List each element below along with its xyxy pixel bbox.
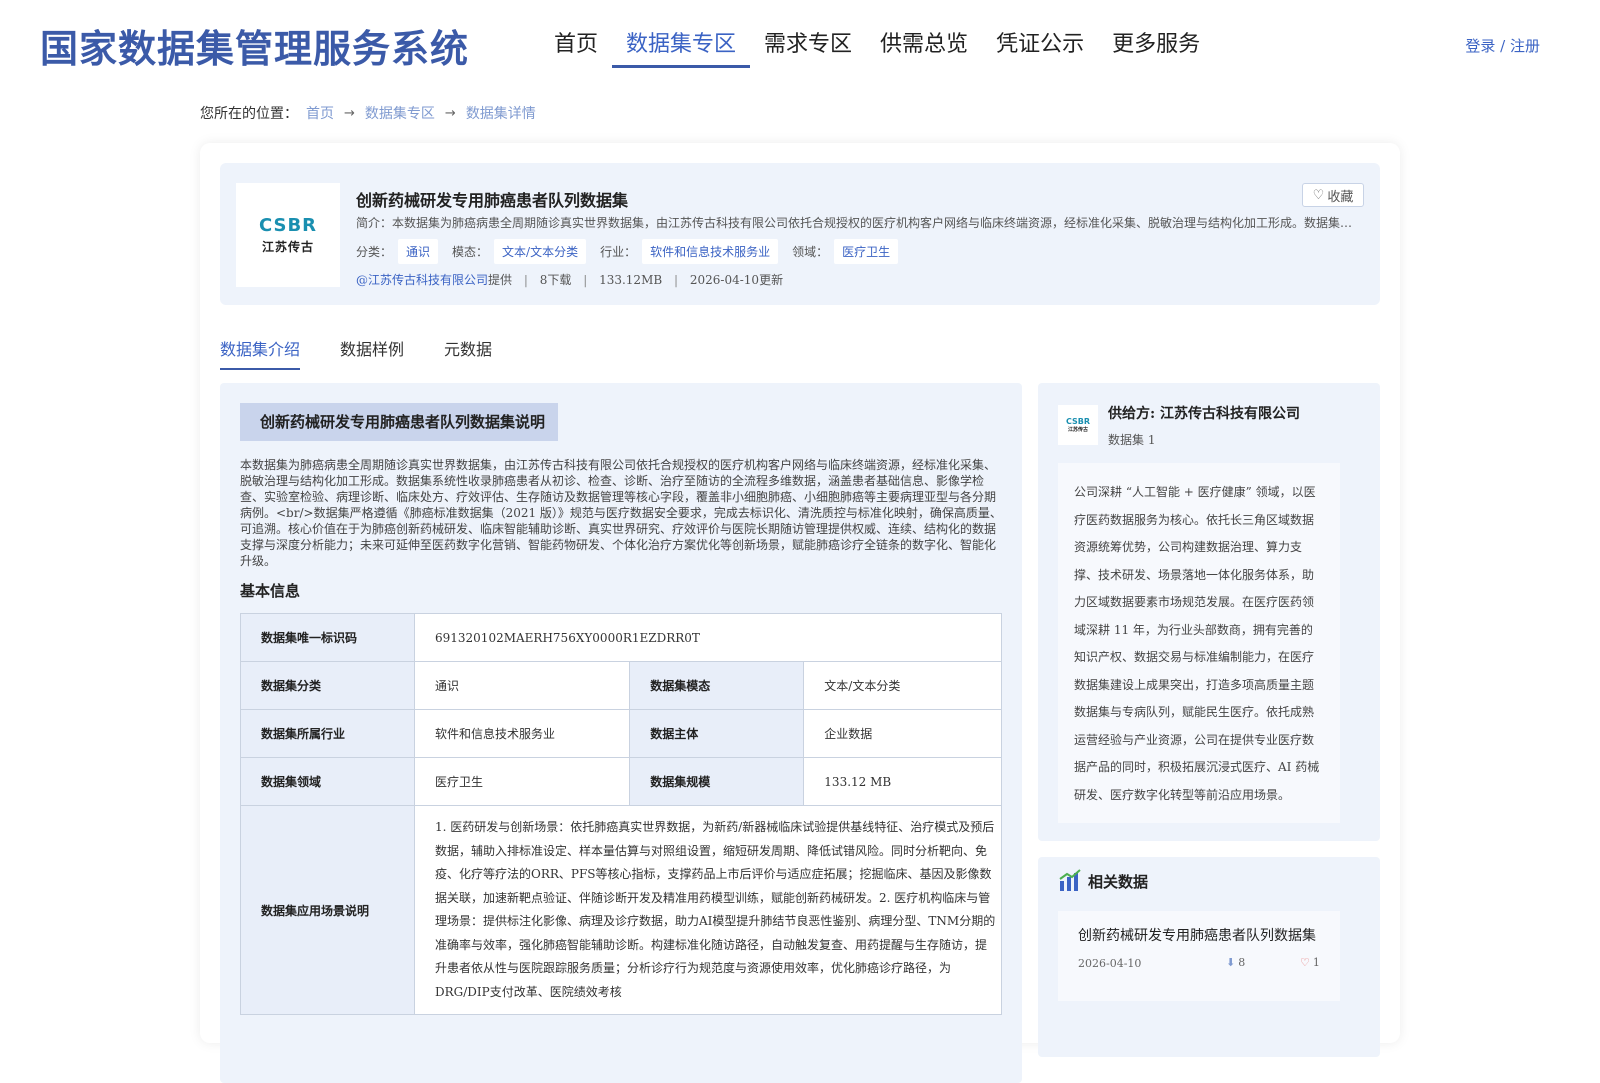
dataset-description: 简介：本数据集为肺癌病患全周期随诊真实世界数据集，由江苏传古科技有限公司依托合规…: [356, 216, 1356, 230]
provider-dataset-count: 数据集 1: [1108, 433, 1156, 447]
related-item-date: 2026-04-10: [1078, 957, 1142, 970]
table-row: 数据集所属行业 软件和信息技术服务业 数据主体 企业数据: [240, 709, 1002, 758]
favorite-label: 收藏: [1327, 189, 1354, 205]
table-key: 数据集分类: [240, 661, 415, 710]
provider-logo-small: CSBR 江苏传古: [1058, 405, 1098, 445]
table-key: 数据集模态: [629, 661, 805, 710]
main-nav: 首页 数据集专区 需求专区 供需总览 凭证公示 更多服务: [540, 26, 1214, 68]
table-value: 企业数据: [803, 709, 1002, 758]
bar-chart-icon: [1059, 869, 1081, 891]
related-download-count: 8: [1238, 956, 1246, 969]
breadcrumb: 您所在的位置： 首页 → 数据集专区 → 数据集详情: [200, 103, 536, 123]
tag-label-modality: 模态：: [452, 245, 489, 259]
provider-suffix: 提供: [488, 273, 513, 287]
provider-card: CSBR 江苏传古 供给方: 江苏传古科技有限公司 数据集 1 公司深耕 “人工…: [1038, 383, 1380, 841]
arrow-right-icon: →: [444, 105, 456, 121]
site-title[interactable]: 国家数据集管理服务系统: [40, 18, 469, 73]
logo-mark: CSBR: [1065, 417, 1091, 426]
download-count: 8下载: [539, 273, 572, 287]
dataset-detail-card: CSBR 江苏传古 创新药械研发专用肺癌患者队列数据集 简介：本数据集为肺癌病患…: [200, 143, 1400, 1083]
tag-modality[interactable]: 文本/文本分类: [494, 239, 587, 264]
table-value: 1. 医药研发与创新场景：依托肺癌真实世界数据，为新药/新器械临床试验提供基线特…: [414, 805, 1002, 1015]
tag-label-domain: 领域：: [792, 245, 829, 259]
basic-info-title: 基本信息: [240, 582, 301, 600]
table-value: 文本/文本分类: [803, 661, 1002, 710]
provider-logo: CSBR 江苏传古: [236, 183, 340, 287]
basic-info-table: 数据集唯一标识码 691320102MAERH756XY0000R1EZDRR0…: [240, 613, 1002, 1015]
breadcrumb-label: 您所在的位置：: [200, 106, 298, 122]
table-value: 691320102MAERH756XY0000R1EZDRR0T: [414, 613, 1002, 662]
breadcrumb-home[interactable]: 首页: [306, 103, 334, 123]
table-value: 通识: [413, 661, 631, 710]
related-header: 相关数据: [1058, 869, 1148, 893]
table-key: 数据集所属行业: [240, 709, 415, 758]
breadcrumb-datasets[interactable]: 数据集专区: [365, 103, 435, 123]
dataset-summary: CSBR 江苏传古 创新药械研发专用肺癌患者队列数据集 简介：本数据集为肺癌病患…: [220, 163, 1380, 305]
separator: |: [583, 273, 588, 287]
provider-introduction: 公司深耕 “人工智能 + 医疗健康” 领域，以医疗医药数据服务为核心。依托长三角…: [1058, 463, 1340, 823]
table-key: 数据集应用场景说明: [240, 805, 415, 1015]
login-register-link[interactable]: 登录 / 注册: [1465, 35, 1540, 56]
tag-domain[interactable]: 医疗卫生: [834, 239, 899, 264]
nav-certificates[interactable]: 凭证公示: [982, 26, 1098, 68]
introduction-panel: 创新药械研发专用肺癌患者队列数据集说明 本数据集为肺癌病患全周期随诊真实世界数据…: [220, 383, 1022, 1083]
related-item-title[interactable]: 创新药械研发专用肺癌患者队列数据集: [1078, 925, 1316, 945]
dataset-meta-line: @江苏传古科技有限公司提供 | 8下载 | 133.12MB | 2026-04…: [356, 271, 783, 288]
logo-mark: CSBR: [258, 215, 318, 236]
tag-industry[interactable]: 软件和信息技术服务业: [642, 239, 779, 264]
intro-heading: 创新药械研发专用肺癌患者队列数据集说明: [240, 403, 558, 441]
tag-label-industry: 行业：: [600, 245, 637, 259]
updated-date: 2026-04-10更新: [689, 273, 784, 287]
related-like-count: 1: [1312, 956, 1320, 969]
top-header: 国家数据集管理服务系统 首页 数据集专区 需求专区 供需总览 凭证公示 更多服务…: [0, 0, 1600, 90]
table-row: 数据集应用场景说明 1. 医药研发与创新场景：依托肺癌真实世界数据，为新药/新器…: [240, 805, 1002, 1015]
favorite-button[interactable]: ♡ 收藏: [1302, 183, 1364, 207]
dataset-title: 创新药械研发专用肺癌患者队列数据集: [356, 191, 629, 210]
related-title: 相关数据: [1088, 872, 1149, 891]
related-data-card: 相关数据 创新药械研发专用肺癌患者队列数据集 2026-04-10 ⬇ 8 ♡ …: [1038, 857, 1380, 1057]
tab-samples[interactable]: 数据样例: [340, 336, 404, 370]
nav-demand[interactable]: 需求专区: [750, 26, 866, 68]
provider-link[interactable]: @江苏传古科技有限公司: [356, 273, 488, 287]
separator: |: [674, 273, 679, 287]
table-row: 数据集领域 医疗卫生 数据集规模 133.12 MB: [240, 757, 1002, 806]
nav-home[interactable]: 首页: [540, 26, 612, 68]
related-item-downloads: ⬇ 8: [1226, 956, 1245, 969]
table-value: 133.12 MB: [803, 757, 1002, 806]
intro-text: 本数据集为肺癌病患全周期随诊真实世界数据集，由江苏传古科技有限公司依托合规授权的…: [240, 458, 1002, 568]
provider-name[interactable]: 供给方: 江苏传古科技有限公司: [1108, 403, 1300, 423]
table-value: 软件和信息技术服务业: [413, 709, 631, 758]
dataset-tags: 分类： 通识 模态： 文本/文本分类 行业： 软件和信息技术服务业 领域： 医疗…: [356, 239, 912, 264]
detail-tabs: 数据集介绍 数据样例 元数据: [220, 336, 532, 370]
table-key: 数据集规模: [629, 757, 805, 806]
heart-icon: ♡: [1300, 956, 1310, 969]
nav-more[interactable]: 更多服务: [1098, 26, 1214, 68]
logo-subtext: 江苏传古: [261, 240, 314, 254]
related-item[interactable]: 创新药械研发专用肺癌患者队列数据集 2026-04-10 ⬇ 8 ♡ 1: [1058, 911, 1340, 1001]
nav-datasets[interactable]: 数据集专区: [612, 26, 751, 68]
table-key: 数据集领域: [240, 757, 415, 806]
table-row: 数据集分类 通识 数据集模态 文本/文本分类: [240, 661, 1002, 710]
logo-subtext: 江苏传古: [1067, 427, 1088, 433]
table-value: 医疗卫生: [413, 757, 631, 806]
breadcrumb-detail: 数据集详情: [465, 106, 536, 122]
table-row: 数据集唯一标识码 691320102MAERH756XY0000R1EZDRR0…: [240, 613, 1002, 662]
tag-label-category: 分类：: [356, 245, 393, 259]
tab-introduction[interactable]: 数据集介绍: [220, 336, 301, 370]
related-item-likes: ♡ 1: [1300, 956, 1320, 969]
dataset-size: 133.12MB: [599, 273, 663, 287]
separator: |: [523, 273, 528, 287]
nav-overview[interactable]: 供需总览: [866, 26, 982, 68]
arrow-right-icon: →: [344, 105, 355, 121]
tab-metadata[interactable]: 元数据: [444, 336, 492, 370]
table-key: 数据主体: [629, 709, 805, 758]
download-icon: ⬇: [1226, 956, 1236, 969]
heart-icon: ♡: [1312, 187, 1325, 203]
tag-category[interactable]: 通识: [398, 239, 439, 264]
table-key: 数据集唯一标识码: [240, 613, 415, 662]
